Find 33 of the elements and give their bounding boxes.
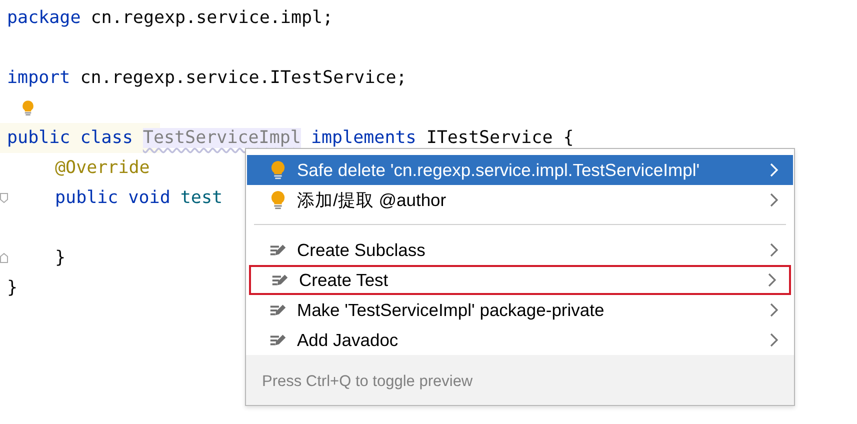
code-text: cn.regexp.service.impl; [90, 8, 334, 28]
chevron-right-icon [769, 243, 779, 257]
code-keyword: implements [310, 128, 416, 148]
menu-item[interactable]: Add Javadoc [247, 325, 793, 355]
code-annotation: @Override [55, 158, 150, 178]
chevron-right-icon [769, 333, 779, 347]
code-text: ITestService { [426, 128, 574, 148]
menu-item[interactable]: Safe delete 'cn.regexp.service.impl.TestServiceImpl' [247, 155, 793, 185]
hint-text: Press Ctrl+Q to toggle preview [246, 355, 794, 405]
code-keyword: import [7, 68, 70, 88]
code-keyword: class [80, 128, 133, 148]
menu-item[interactable]: Create Subclass [247, 235, 793, 265]
code-text: } [7, 278, 18, 298]
code-keyword: void [128, 188, 170, 208]
class-name: TestServiceImpl [142, 128, 301, 148]
menu-item[interactable]: Create Test [249, 265, 791, 295]
method-name: test [180, 188, 223, 208]
code-keyword: package [7, 8, 81, 28]
chevron-right-icon [769, 303, 779, 317]
chevron-right-icon [769, 193, 779, 207]
chevron-right-icon [769, 163, 779, 177]
fold-icon[interactable] [0, 193, 8, 203]
lightbulb-icon [269, 190, 287, 210]
fold-icon[interactable] [0, 253, 8, 263]
lightbulb-icon[interactable] [21, 98, 35, 118]
code-text: cn.regexp.service.ITestService; [80, 68, 407, 88]
menu-item[interactable]: Make 'TestServiceImpl' package-private [247, 295, 793, 325]
code-keyword: public [7, 128, 70, 148]
chevron-right-icon [767, 273, 777, 287]
code-text: } [55, 248, 66, 268]
code-keyword: public [55, 188, 118, 208]
lightbulb-icon [269, 160, 287, 180]
menu-item[interactable]: 添加/提取 @author [247, 185, 793, 215]
